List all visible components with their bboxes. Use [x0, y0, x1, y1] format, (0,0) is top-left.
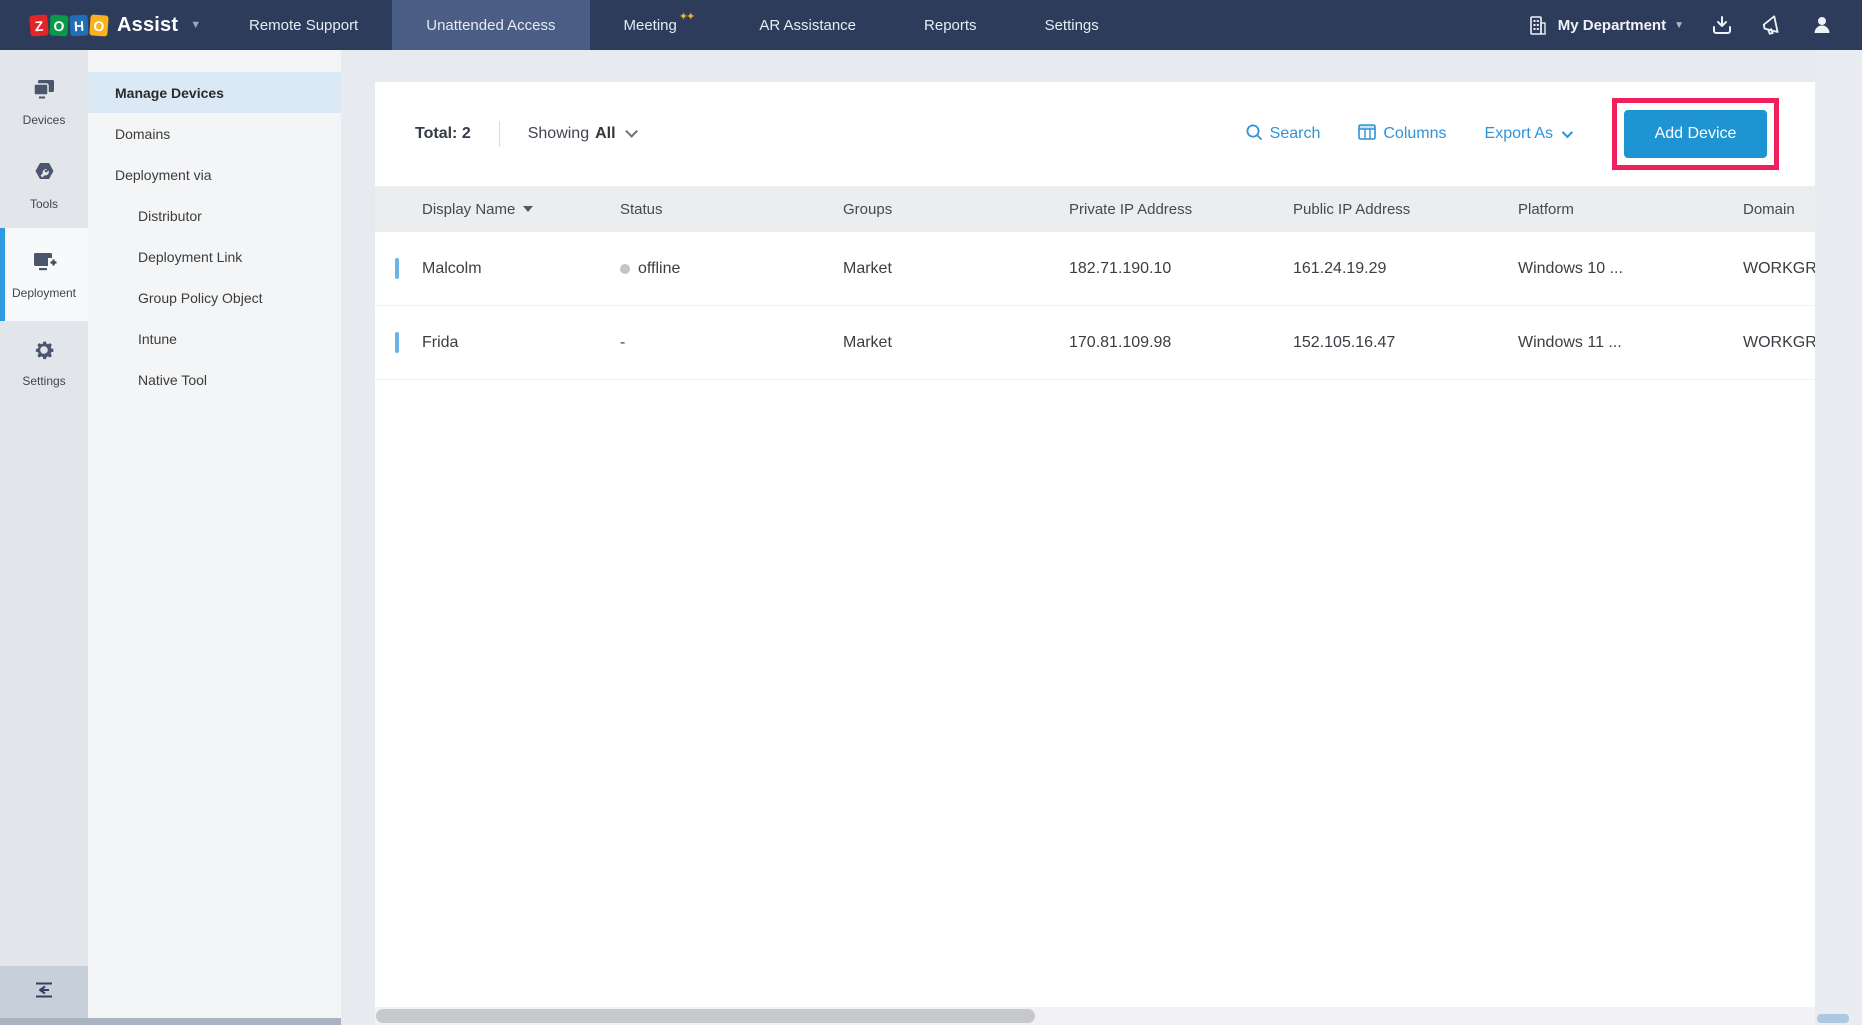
showing-filter[interactable]: ShowingAll [528, 125, 634, 143]
sidebar-item-deployment-via[interactable]: Deployment via [88, 154, 341, 195]
sidebar-item-manage-devices[interactable]: Manage Devices [88, 72, 341, 113]
annotation-highlight-box: Add Device [1612, 98, 1779, 170]
row-checkbox[interactable] [395, 258, 399, 279]
cell-platform: Windows 11 ... [1518, 334, 1743, 352]
devices-card: Total: 2 ShowingAll Search Columns [375, 82, 1815, 1007]
columns-button[interactable]: Columns [1358, 124, 1446, 145]
column-private-ip[interactable]: Private IP Address [1069, 201, 1293, 218]
horizontal-scrollbar[interactable] [375, 1007, 1815, 1025]
cell-domain: WORKGROUP [1743, 334, 1815, 352]
add-device-button[interactable]: Add Device [1624, 110, 1767, 158]
cell-groups: Market [843, 260, 1069, 278]
cell-private-ip: 182.71.190.10 [1069, 260, 1293, 278]
icon-rail: Devices Tools Deployment Settings [0, 50, 88, 1025]
tab-remote-support[interactable]: Remote Support [215, 0, 392, 50]
collapse-sidebar-button[interactable] [0, 966, 88, 1018]
column-groups[interactable]: Groups [843, 201, 1069, 218]
cell-status: - [620, 334, 843, 352]
tab-meeting[interactable]: Meeting✦✦ [590, 0, 726, 50]
sidebar-item-native-tool[interactable]: Native Tool [88, 359, 341, 400]
horizontal-scrollbar-thumb[interactable] [376, 1009, 1035, 1023]
deployment-icon [31, 250, 58, 279]
cell-groups: Market [843, 334, 1069, 352]
column-public-ip[interactable]: Public IP Address [1293, 201, 1518, 218]
vertical-scrollbar[interactable] [1815, 50, 1862, 1025]
main-area: Total: 2 ShowingAll Search Columns [341, 50, 1862, 1025]
collapse-icon [35, 982, 53, 1003]
cell-public-ip: 152.105.16.47 [1293, 334, 1518, 352]
tab-unattended-access[interactable]: Unattended Access [392, 0, 589, 50]
rail-item-tools[interactable]: Tools [0, 144, 88, 228]
building-icon [1526, 13, 1550, 37]
column-platform[interactable]: Platform [1518, 201, 1743, 218]
cell-domain: WORKGROUP [1743, 260, 1815, 278]
sidebar-item-intune[interactable]: Intune [88, 318, 341, 359]
product-name: Assist [117, 14, 178, 37]
cell-status: offline [620, 260, 843, 278]
rail-item-deployment[interactable]: Deployment [0, 228, 88, 321]
cell-display-name: Malcolm [422, 260, 620, 278]
cell-public-ip: 161.24.19.29 [1293, 260, 1518, 278]
primary-nav: Remote Support Unattended Access Meeting… [215, 0, 1133, 50]
row-checkbox[interactable] [395, 332, 399, 353]
cell-private-ip: 170.81.109.98 [1069, 334, 1293, 352]
top-navbar: Z O H O Assist ▼ Remote Support Unattend… [0, 0, 1862, 50]
department-selector[interactable]: My Department ▼ [1526, 13, 1684, 37]
cell-display-name: Frida [422, 334, 620, 352]
deployment-sidebar: Manage Devices Domains Deployment via Di… [88, 50, 341, 1018]
column-display-name[interactable]: Display Name [422, 201, 620, 218]
tools-icon [32, 161, 57, 190]
download-icon[interactable] [1710, 13, 1734, 37]
table-row[interactable]: Frida - Market 170.81.109.98 152.105.16.… [375, 306, 1815, 380]
table-header-row: Display Name Status Groups Private IP Ad… [375, 186, 1815, 232]
brand[interactable]: Z O H O Assist ▼ [0, 0, 215, 50]
sidebar-item-group-policy-object[interactable]: Group Policy Object [88, 277, 341, 318]
toolbar-actions: Search Columns Export As Add Device [1245, 98, 1779, 170]
announcement-icon[interactable] [1760, 13, 1784, 37]
logo-letter-o1: O [49, 14, 68, 36]
devices-icon [31, 77, 57, 106]
gear-icon [32, 338, 56, 367]
cell-platform: Windows 10 ... [1518, 260, 1743, 278]
logo-letter-o2: O [89, 14, 108, 36]
sort-desc-icon [523, 206, 533, 212]
divider [499, 121, 500, 147]
search-icon [1245, 123, 1263, 146]
table-row[interactable]: Malcolm offline Market 182.71.190.10 161… [375, 232, 1815, 306]
tab-settings[interactable]: Settings [1011, 0, 1133, 50]
search-button[interactable]: Search [1245, 123, 1321, 146]
column-domain[interactable]: Domain [1743, 201, 1815, 218]
rail-item-devices[interactable]: Devices [0, 60, 88, 144]
zoho-logo: Z O H O [30, 15, 108, 36]
department-label: My Department [1558, 17, 1666, 34]
tab-reports[interactable]: Reports [890, 0, 1011, 50]
tab-ar-assistance[interactable]: AR Assistance [725, 0, 890, 50]
total-count: Total: 2 [415, 125, 471, 143]
chevron-down-icon [625, 125, 638, 138]
chevron-down-icon: ▼ [1674, 20, 1684, 31]
chevron-down-icon [1562, 127, 1573, 138]
vertical-scrollbar-thumb[interactable] [1817, 1014, 1849, 1023]
sidebar-item-distributor[interactable]: Distributor [88, 195, 341, 236]
chevron-down-icon[interactable]: ▼ [190, 19, 201, 31]
sidebar-item-deployment-link[interactable]: Deployment Link [88, 236, 341, 277]
user-icon[interactable] [1810, 13, 1834, 37]
sidebar-item-domains[interactable]: Domains [88, 113, 341, 154]
navbar-right: My Department ▼ [1526, 0, 1862, 50]
sparkle-icon: ✦✦ [679, 10, 693, 23]
column-status[interactable]: Status [620, 201, 843, 218]
export-as-button[interactable]: Export As [1485, 125, 1570, 143]
columns-icon [1358, 124, 1376, 145]
offline-status-icon [620, 264, 630, 274]
table-toolbar: Total: 2 ShowingAll Search Columns [375, 82, 1815, 186]
logo-letter-h: H [69, 14, 88, 36]
rail-item-settings[interactable]: Settings [0, 321, 88, 405]
bottom-edge [0, 1018, 375, 1025]
logo-letter-z: Z [29, 14, 48, 36]
